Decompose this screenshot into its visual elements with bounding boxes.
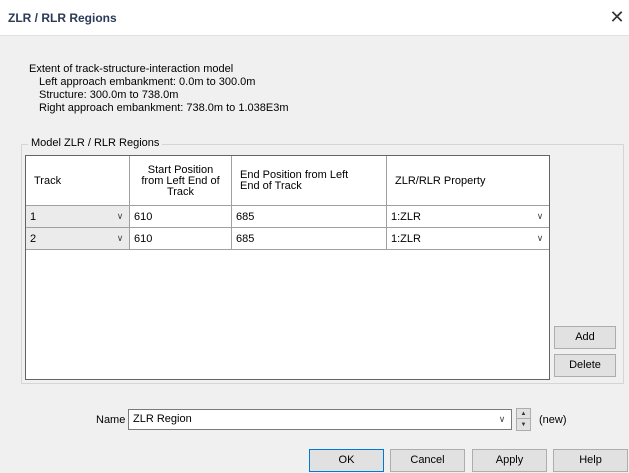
extent-structure: Structure: 300.0m to 738.0m [39, 89, 179, 101]
column-header-track[interactable]: Track [26, 156, 130, 206]
property-combo[interactable]: 1:ZLR ∨ [387, 206, 549, 228]
name-spinner[interactable]: ▲ ▼ [516, 408, 531, 431]
start-position-cell[interactable]: 610 [130, 228, 232, 250]
column-header-start[interactable]: Start Position from Left End of Track [130, 156, 232, 206]
name-combo[interactable]: ZLR Region ∨ [128, 409, 512, 430]
help-button[interactable]: Help [553, 449, 628, 472]
chevron-down-icon[interactable]: ∨ [533, 209, 547, 224]
end-position-cell[interactable]: 685 [232, 206, 387, 228]
grid-header: Track Start Position from Left End of Tr… [26, 156, 549, 206]
extent-left-approach: Left approach embankment: 0.0m to 300.0m [39, 76, 256, 88]
table-row[interactable]: 2 ∨ 610 685 1:ZLR ∨ [26, 228, 549, 250]
title-bar: ZLR / RLR Regions ✕ [0, 0, 629, 36]
table-row[interactable]: 1 ∨ 610 685 1:ZLR ∨ [26, 206, 549, 228]
extent-right-approach: Right approach embankment: 738.0m to 1.0… [39, 102, 289, 114]
column-header-end-label: End Position from Left End of Track [240, 169, 349, 192]
end-position-cell[interactable]: 685 [232, 228, 387, 250]
name-label: Name [96, 414, 126, 426]
extent-info: Extent of track-structure-interaction mo… [29, 63, 288, 115]
column-header-property[interactable]: ZLR/RLR Property [387, 156, 549, 206]
add-button[interactable]: Add [554, 326, 616, 349]
column-header-end[interactable]: End Position from Left End of Track [232, 156, 387, 206]
property-value: 1:ZLR [391, 232, 421, 245]
regions-group-label: Model ZLR / RLR Regions [28, 137, 163, 149]
column-header-start-label: Start Position from Left End of Track [141, 163, 220, 198]
property-combo[interactable]: 1:ZLR ∨ [387, 228, 549, 250]
delete-button[interactable]: Delete [554, 354, 616, 377]
chevron-down-icon[interactable]: ∨ [113, 231, 127, 246]
chevron-down-icon[interactable]: ∨ [113, 209, 127, 224]
track-value: 1 [30, 210, 37, 223]
extent-heading: Extent of track-structure-interaction mo… [29, 63, 234, 75]
dialog-client: Extent of track-structure-interaction mo… [0, 36, 629, 473]
start-position-cell[interactable]: 610 [130, 206, 232, 228]
ok-button[interactable]: OK [309, 449, 384, 472]
name-value: ZLR Region [133, 413, 192, 425]
track-value: 2 [30, 232, 37, 245]
spin-down-icon[interactable]: ▼ [517, 420, 530, 430]
cancel-button[interactable]: Cancel [390, 449, 465, 472]
track-combo[interactable]: 1 ∨ [26, 206, 130, 228]
property-value: 1:ZLR [391, 210, 421, 223]
window-title: ZLR / RLR Regions [8, 11, 117, 25]
name-status: (new) [539, 414, 567, 426]
chevron-down-icon[interactable]: ∨ [533, 231, 547, 246]
track-combo[interactable]: 2 ∨ [26, 228, 130, 250]
close-icon[interactable]: ✕ [605, 6, 629, 30]
apply-button[interactable]: Apply [472, 449, 547, 472]
spin-up-icon[interactable]: ▲ [517, 409, 530, 419]
regions-grid[interactable]: Track Start Position from Left End of Tr… [25, 155, 550, 380]
chevron-down-icon[interactable]: ∨ [495, 412, 509, 427]
